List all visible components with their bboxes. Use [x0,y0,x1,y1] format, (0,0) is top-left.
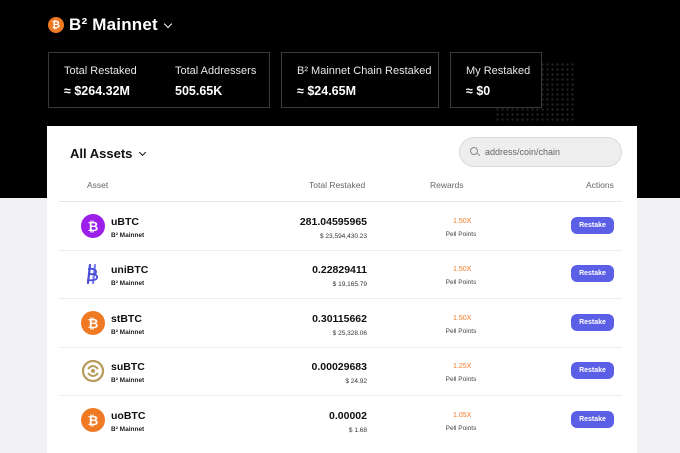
chevron-down-icon [163,19,173,29]
stats-group-chain: B² Mainnet Chain Restaked ≈ $24.65M [281,52,439,108]
network-label: B² Mainnet [69,15,158,34]
stat-total-restaked: Total Restaked ≈ $264.32M [64,65,137,98]
column-header-asset: Asset [87,180,109,190]
restaked-usd: $ 19,165.79 [332,281,367,288]
stat-total-addressers: Total Addressers 505.65K [175,65,256,98]
asset-network: B² Mainnet [111,377,145,384]
restaked-amount: 281.04595965 [299,216,367,228]
stat-value: ≈ $264.32M [64,84,130,98]
asset-symbol: uBTC [111,216,139,228]
network-selector[interactable]: ₿ B² Mainnet [48,15,173,35]
search-input[interactable] [485,147,615,157]
reward-label: Pell Points [445,376,477,383]
stat-value: 505.65K [175,84,223,98]
restake-button[interactable]: Restake [571,362,614,379]
reward-label: Pell Points [445,231,477,238]
stbtc-icon: ₿ [81,311,105,335]
table-row: ₿ stBTC B² Mainnet 0.30115662 $ 25,328.0… [59,299,622,348]
search-icon [470,147,480,157]
reward-multiplier: 1.05X [453,412,472,419]
asset-symbol: uniBTC [111,264,149,276]
restake-button[interactable]: Restake [571,217,614,234]
reward-multiplier: 1.25X [453,363,472,370]
reward-multiplier: 1.50X [453,218,472,225]
asset-symbol: stBTC [111,313,142,325]
stat-label: Total Addressers [175,65,257,77]
table-row: ₿ uoBTC B² Mainnet 0.00002 $ 1.68 1.05X … [59,396,622,445]
reward-multiplier: 1.50X [453,315,472,322]
restaked-usd: $ 1.68 [348,427,367,434]
stat-my-restaked: My Restaked ≈ $0 [466,65,530,98]
stat-label: My Restaked [466,65,531,77]
restake-button[interactable]: Restake [571,265,614,282]
unibtc-icon [81,262,105,286]
assets-card: All Assets Asset Total Restaked Rewards … [47,126,637,453]
column-header-total-restaked: Total Restaked [309,180,366,190]
reward-label: Pell Points [445,328,477,335]
b2-logo-icon: ₿ [48,17,64,33]
reward-multiplier: 1.50X [453,266,472,273]
search-box[interactable] [459,137,622,167]
stat-value: ≈ $0 [466,84,491,98]
asset-symbol: uoBTC [111,410,146,422]
stat-value: ≈ $24.65M [297,84,356,98]
column-header-actions: Actions [586,180,614,190]
stat-chain-restaked: B² Mainnet Chain Restaked ≈ $24.65M [297,65,432,98]
asset-network: B² Mainnet [111,329,145,336]
reward-label: Pell Points [445,279,477,286]
reward-label: Pell Points [445,425,477,432]
table-row: ₿ uBTC B² Mainnet 281.04595965 $ 23,594,… [59,202,622,251]
asset-network: B² Mainnet [111,280,145,287]
assets-filter-dropdown[interactable]: All Assets [70,146,147,161]
restake-button[interactable]: Restake [571,314,614,331]
restaked-usd: $ 23,594,430.23 [320,233,367,240]
restaked-usd: $ 25,328.06 [332,330,367,337]
asset-symbol: suBTC [111,361,145,373]
stat-label: B² Mainnet Chain Restaked [297,65,432,77]
assets-title: All Assets [70,146,133,161]
chevron-down-icon [139,148,147,156]
uobtc-icon: ₿ [81,408,105,432]
restaked-amount: 0.22829411 [312,264,367,276]
table-row: uniBTC B² Mainnet 0.22829411 $ 19,165.79… [59,250,622,299]
stat-label: Total Restaked [64,65,137,77]
ubtc-icon: ₿ [81,214,105,238]
asset-network: B² Mainnet [111,426,145,433]
restake-button[interactable]: Restake [571,411,614,428]
table-row: suBTC B² Mainnet 0.00029683 $ 24.92 1.25… [59,347,622,396]
asset-network: B² Mainnet [111,232,145,239]
restaked-amount: 0.30115662 [312,313,367,325]
subtc-icon [81,359,105,383]
stats-group-mine: My Restaked ≈ $0 [450,52,542,108]
stats-group-totals: Total Restaked ≈ $264.32M Total Addresse… [48,52,270,108]
column-header-rewards: Rewards [430,180,464,190]
restaked-amount: 0.00029683 [311,361,367,373]
restaked-usd: $ 24.92 [345,378,367,385]
restaked-amount: 0.00002 [329,410,367,422]
